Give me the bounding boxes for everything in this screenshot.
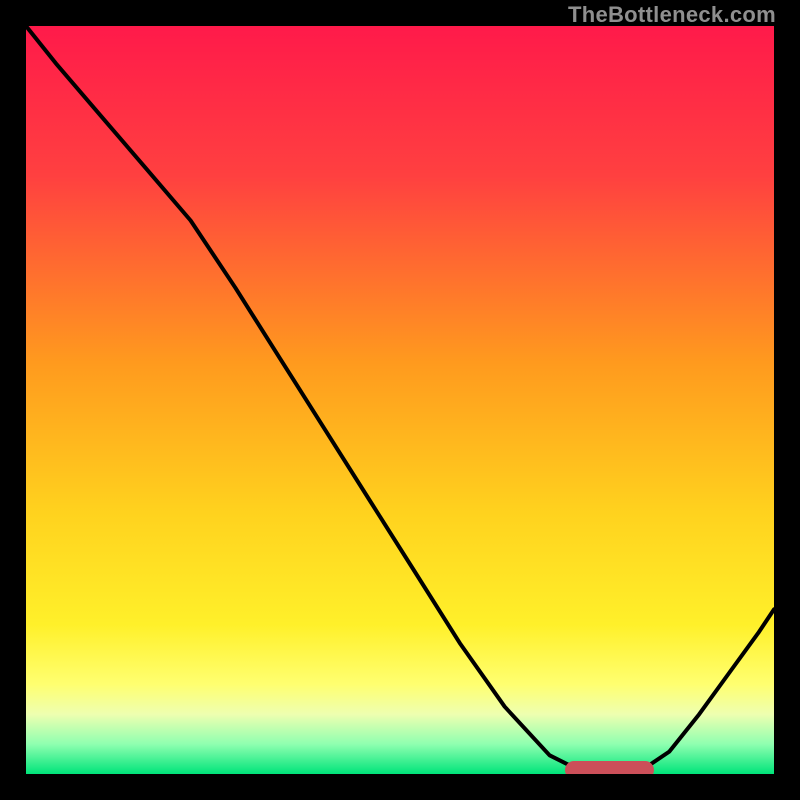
bottleneck-curve — [26, 26, 774, 774]
plot-area — [26, 26, 774, 774]
chart-frame: TheBottleneck.com — [0, 0, 800, 800]
watermark-text: TheBottleneck.com — [568, 2, 776, 28]
optimal-range-marker — [565, 761, 655, 775]
